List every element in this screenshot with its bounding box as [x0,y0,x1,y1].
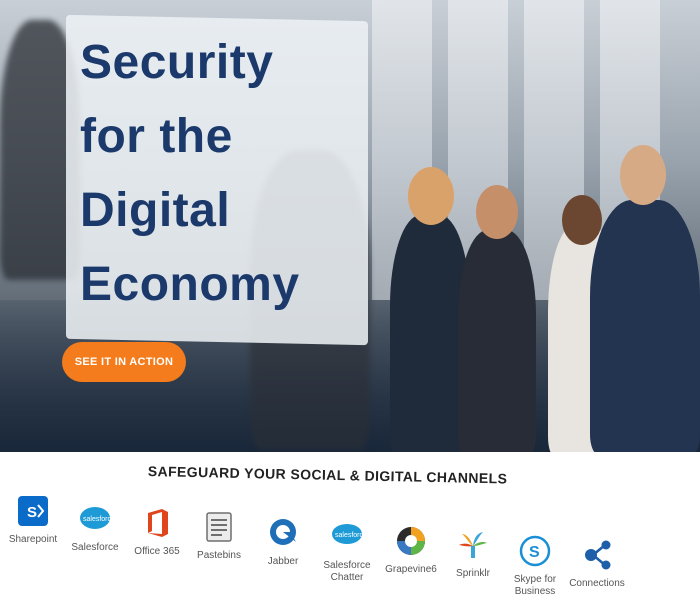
person-middle [458,165,536,452]
salesforce-icon: salesforce [80,507,112,529]
channel-label: Jabber [267,556,299,567]
channel-salesforce[interactable]: salesforce Salesforce [60,502,130,554]
office365-icon [148,509,168,537]
skype-icon: S [519,535,551,567]
channel-label: Office 365 [134,546,180,557]
channel-label: Sharepoint [8,534,58,545]
channel-label: Grapevine6 [385,564,437,575]
channel-sharepoint[interactable]: S Sharepoint [0,494,68,546]
channel-grapevine6[interactable]: Grapevine6 [376,524,446,576]
hero-headline: Security for the Digital Economy [80,36,300,311]
channel-label: Salesforce Chatter [323,560,371,583]
channel-sprinklr[interactable]: Sprinklr [438,528,508,580]
channel-label: Connections [569,578,625,589]
channel-label: Salesforce [71,542,119,553]
svg-text:salesforce: salesforce [335,532,364,539]
svg-text:S: S [27,504,37,521]
channel-connections[interactable]: Connections [562,538,632,590]
channel-list: S Sharepoint salesforce Salesforce Offic… [0,494,700,600]
channel-office-365[interactable]: Office 365 [122,506,192,558]
person-right [590,125,700,452]
channel-skype-for-business[interactable]: S Skype for Business [500,534,570,598]
grapevine6-icon [397,527,425,555]
see-it-in-action-button[interactable]: SEE IT IN ACTION [62,342,186,382]
hero-banner: Security for the Digital Economy SEE IT … [0,0,700,452]
channel-salesforce-chatter[interactable]: salesforce Salesforce Chatter [312,520,382,584]
channels-section-title: SAFEGUARD YOUR SOCIAL & DIGITAL CHANNELS [147,463,508,487]
channel-label: Skype for Business [513,574,557,597]
channel-jabber[interactable]: Jabber [248,516,318,568]
channel-label: Pastebins [197,550,241,561]
svg-text:salesforce: salesforce [83,516,112,523]
channel-pastebins[interactable]: Pastebins [184,510,254,562]
svg-text:S: S [529,544,540,561]
sprinklr-icon [459,532,487,558]
channel-label: Sprinklr [456,568,490,579]
sharepoint-icon: S [18,496,48,526]
salesforce-chatter-icon: salesforce [332,524,364,544]
business-people-photo [380,95,700,452]
connections-icon [585,540,611,570]
pastebins-icon [206,512,232,542]
jabber-icon [270,519,296,545]
